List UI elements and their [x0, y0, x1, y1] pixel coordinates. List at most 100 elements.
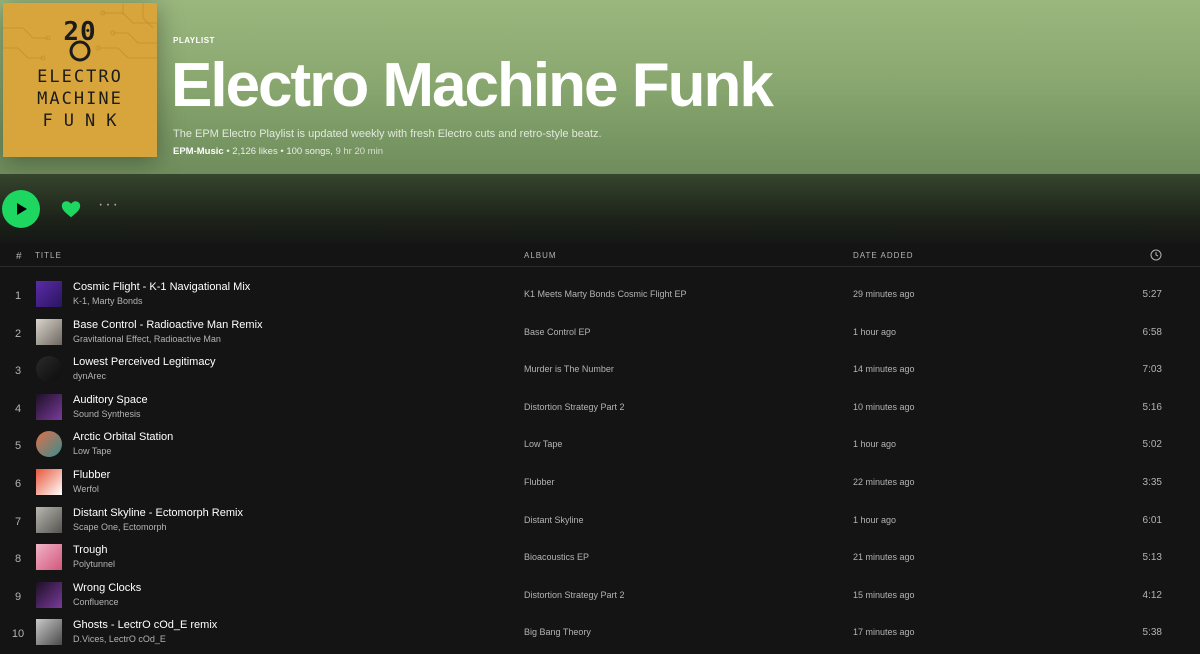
- track-duration: 6:58: [1142, 326, 1162, 338]
- track-title-link[interactable]: Ghosts - LectrO cOd_E remix: [73, 619, 217, 631]
- clock-icon: [1150, 249, 1162, 261]
- playlist-meta: EPM-Music • 2,126 likes • 100 songs, 9 h…: [173, 146, 383, 157]
- track-list-header: # TITLE ALBUM DATE ADDED: [0, 244, 1200, 267]
- track-duration: 5:38: [1142, 627, 1162, 639]
- column-header-date-added[interactable]: DATE ADDED: [853, 251, 914, 260]
- track-duration: 3:35: [1142, 477, 1162, 488]
- track-album-art[interactable]: [36, 619, 62, 646]
- playlist-song-count: • 100 songs,: [277, 146, 333, 157]
- track-artist-link[interactable]: Confluence: [73, 597, 119, 607]
- track-album-art[interactable]: [36, 281, 62, 307]
- track-album-link[interactable]: Low Tape: [524, 439, 562, 449]
- track-album-link[interactable]: Distortion Strategy Part 2: [524, 402, 625, 412]
- track-album-link[interactable]: Distant Skyline: [524, 515, 584, 525]
- track-row[interactable]: 6 Flubber Werfol Flubber 22 minutes ago 3:35: [0, 465, 1200, 502]
- track-date-added: 17 minutes ago: [853, 627, 915, 638]
- track-album-art[interactable]: [36, 581, 62, 608]
- track-artist-link[interactable]: Werfol: [73, 484, 99, 494]
- track-title-link[interactable]: Distant Skyline - Ectomorph Remix: [73, 507, 243, 519]
- more-options-button[interactable]: ···: [98, 196, 120, 214]
- track-title-link[interactable]: Arctic Orbital Station: [73, 431, 173, 443]
- track-date-added: 21 minutes ago: [853, 552, 915, 563]
- track-album-art[interactable]: [36, 469, 62, 495]
- track-artist-link[interactable]: dynArec: [73, 371, 106, 381]
- track-album-link[interactable]: Murder is The Number: [524, 364, 614, 374]
- playlist-owner-link[interactable]: EPM-Music: [173, 146, 224, 157]
- track-album-art[interactable]: [36, 431, 62, 458]
- play-button[interactable]: [2, 190, 40, 228]
- track-number: 9: [14, 590, 22, 603]
- track-album-art[interactable]: [36, 544, 62, 571]
- column-header-album[interactable]: ALBUM: [524, 251, 557, 260]
- track-title-link[interactable]: Wrong Clocks: [73, 582, 141, 594]
- like-button[interactable]: [60, 198, 82, 220]
- track-title-link[interactable]: Flubber: [73, 469, 110, 481]
- track-album-art[interactable]: [36, 356, 62, 383]
- track-album-link[interactable]: K1 Meets Marty Bonds Cosmic Flight EP: [524, 289, 687, 299]
- track-artist-link[interactable]: Sound Synthesis: [73, 409, 141, 419]
- track-number: 8: [14, 553, 22, 566]
- playlist-duration: 9 hr 20 min: [332, 146, 383, 157]
- track-row[interactable]: 2 Base Control - Radioactive Man Remix Gra…: [0, 315, 1200, 352]
- track-date-added: 15 minutes ago: [853, 589, 915, 600]
- playlist-likes: • 2,126 likes: [223, 146, 278, 157]
- track-title-link[interactable]: Trough: [73, 544, 107, 556]
- track-list: # TITLE ALBUM DATE ADDED 1 Cosmic Flight …: [0, 244, 1200, 654]
- track-number: 2: [14, 327, 22, 340]
- track-duration: 5:27: [1142, 289, 1162, 300]
- track-row[interactable]: 1 Cosmic Flight - K-1 Navigational Mix K-1…: [0, 277, 1200, 314]
- track-date-added: 29 minutes ago: [853, 289, 915, 299]
- playlist-cover-image[interactable]: 20 ELECTRO MACHINE FUNK: [3, 3, 157, 157]
- track-artist-link[interactable]: Low Tape: [73, 446, 111, 456]
- track-row[interactable]: 3 Lowest Perceived Legitimacy dynArec Murde…: [0, 352, 1200, 389]
- track-artist-link[interactable]: Polytunnel: [73, 559, 115, 569]
- track-title-link[interactable]: Cosmic Flight - K-1 Navigational Mix: [73, 281, 250, 293]
- track-album-art[interactable]: [36, 393, 62, 420]
- track-title-link[interactable]: Base Control - Radioactive Man Remix: [73, 319, 263, 331]
- track-number: 4: [14, 402, 22, 415]
- column-header-number: #: [16, 251, 23, 262]
- track-date-added: 1 hour ago: [853, 439, 897, 450]
- track-row[interactable]: 4 Auditory Space Sound Synthesis Distortion…: [0, 390, 1200, 427]
- track-date-added: 1 hour ago: [853, 514, 897, 525]
- track-row[interactable]: 7 Distant Skyline - Ectomorph Remix Scape …: [0, 503, 1200, 540]
- track-artist-link[interactable]: K-1, Marty Bonds: [73, 296, 143, 306]
- track-album-link[interactable]: Bioacoustics EP: [524, 552, 589, 562]
- track-album-art[interactable]: [36, 506, 62, 533]
- track-album-link[interactable]: Distortion Strategy Part 2: [524, 590, 625, 600]
- track-title-link[interactable]: Lowest Perceived Legitimacy: [73, 356, 215, 368]
- track-number: 6: [14, 478, 22, 490]
- playlist-header: 20 ELECTRO MACHINE FUNK PLAYLIST Electro…: [0, 0, 1200, 174]
- track-row[interactable]: 5 Arctic Orbital Station Low Tape Low Tape 1…: [0, 427, 1200, 464]
- track-number: 5: [14, 440, 22, 453]
- track-title-link[interactable]: Auditory Space: [73, 394, 148, 406]
- track-number: 3: [14, 365, 22, 378]
- track-duration: 5:13: [1142, 552, 1162, 564]
- track-duration: 5:16: [1142, 401, 1162, 413]
- column-header-duration[interactable]: [1150, 249, 1162, 263]
- track-album-link[interactable]: Base Control EP: [524, 327, 591, 337]
- track-row[interactable]: 8 Trough Polytunnel Bioacoustics EP 21 minut…: [0, 540, 1200, 577]
- track-album-art[interactable]: [36, 318, 62, 345]
- track-duration: 4:12: [1142, 589, 1162, 601]
- column-header-title[interactable]: TITLE: [35, 251, 62, 260]
- track-artist-link[interactable]: Gravitational Effect, Radioactive Man: [73, 334, 221, 344]
- cover-number: 20: [63, 17, 97, 47]
- track-album-link[interactable]: Flubber: [524, 477, 555, 487]
- track-row[interactable]: 10 Ghosts - LectrO cOd_E remix D.Vices, Le…: [0, 615, 1200, 652]
- track-artist-link[interactable]: Scape One, Ectomorph: [73, 522, 167, 532]
- heart-icon: [61, 201, 81, 218]
- track-number: 1: [14, 290, 22, 302]
- playlist-title: Electro Machine Funk: [171, 51, 774, 120]
- playlist-type-label: PLAYLIST: [173, 36, 215, 45]
- track-number: 7: [14, 515, 22, 528]
- track-artist-link[interactable]: D.Vices, LectrO cOd_E: [73, 634, 166, 644]
- track-row[interactable]: 9 Wrong Clocks Confluence Distortion Strate…: [0, 578, 1200, 615]
- track-date-added: 22 minutes ago: [853, 477, 915, 487]
- track-album-link[interactable]: Big Bang Theory: [524, 627, 591, 637]
- track-number: 10: [11, 628, 25, 641]
- track-duration: 7:03: [1142, 364, 1162, 376]
- track-date-added: 14 minutes ago: [853, 364, 915, 375]
- cover-line-2: MACHINE: [37, 89, 123, 109]
- track-duration: 5:02: [1142, 439, 1162, 451]
